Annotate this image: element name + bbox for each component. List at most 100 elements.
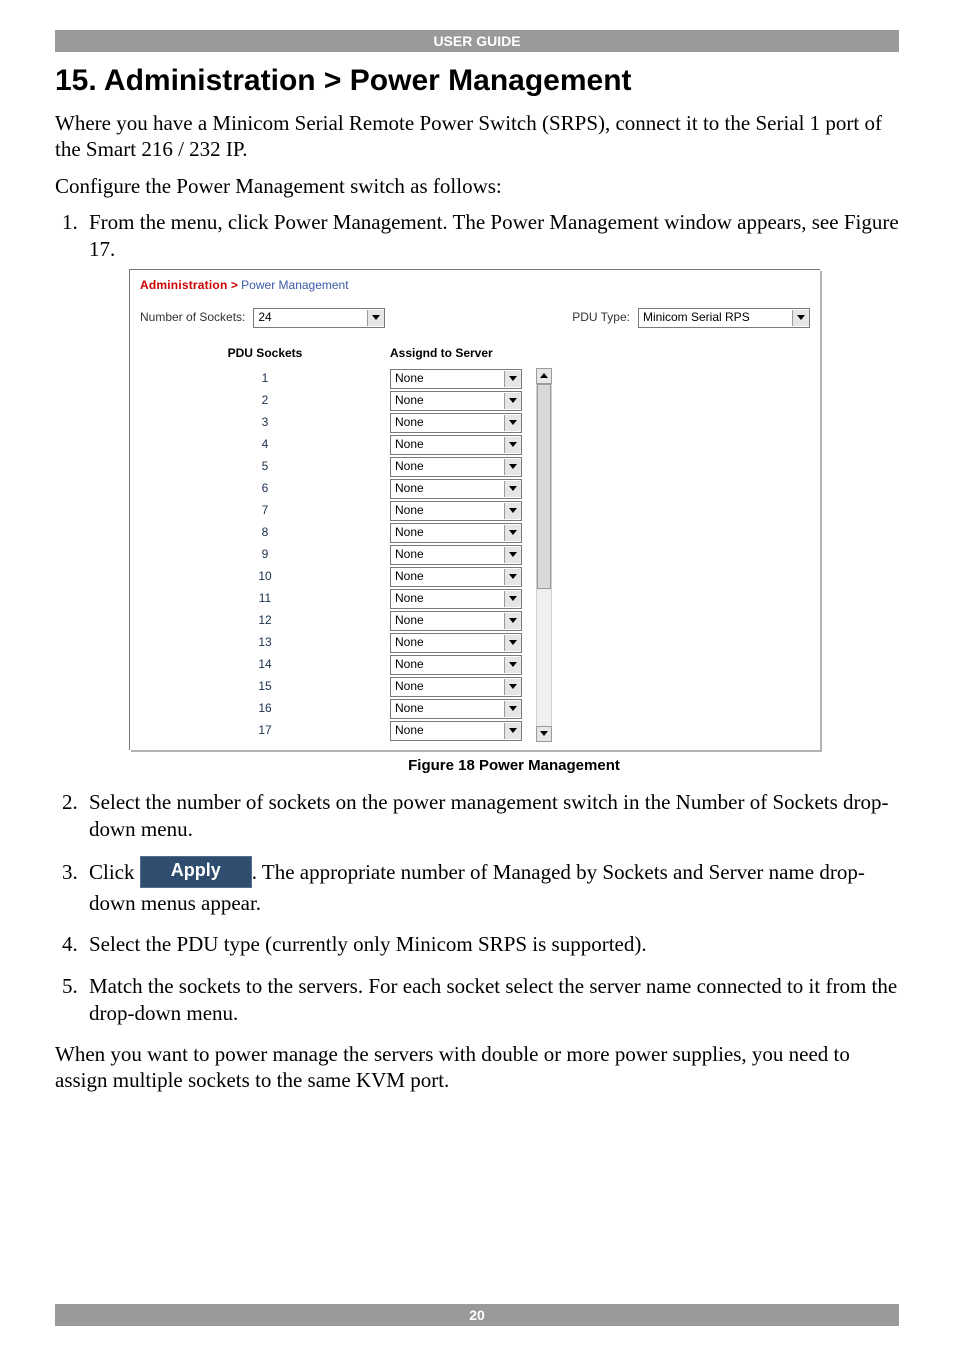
assigned-server-select[interactable]: None — [390, 655, 522, 675]
breadcrumb: Administration > Power Management — [140, 274, 810, 308]
socket-number: 4 — [140, 437, 390, 453]
assigned-server-value: None — [391, 459, 504, 475]
table-row: 11None — [140, 588, 530, 610]
assigned-server-select[interactable]: None — [390, 589, 522, 609]
assigned-server-select[interactable]: None — [390, 677, 522, 697]
table-row: 10None — [140, 566, 530, 588]
chevron-down-icon — [504, 481, 521, 497]
label-number-of-sockets: Number of Sockets: — [140, 310, 245, 326]
table-row: 7None — [140, 500, 530, 522]
assigned-server-value: None — [391, 437, 504, 453]
column-header-pdu-sockets: PDU Sockets — [140, 346, 390, 362]
assigned-server-value: None — [391, 393, 504, 409]
socket-number: 7 — [140, 503, 390, 519]
assigned-server-select[interactable]: None — [390, 391, 522, 411]
socket-number: 11 — [140, 591, 390, 607]
assigned-server-select[interactable]: None — [390, 611, 522, 631]
assigned-server-select[interactable]: None — [390, 567, 522, 587]
table-row: 2None — [140, 390, 530, 412]
assigned-server-select[interactable]: None — [390, 523, 522, 543]
table-row: 14None — [140, 654, 530, 676]
breadcrumb-sep: > — [231, 278, 238, 292]
assigned-server-select[interactable]: None — [390, 413, 522, 433]
socket-number: 6 — [140, 481, 390, 497]
intro-paragraph-1: Where you have a Minicom Serial Remote P… — [55, 110, 899, 163]
power-management-window: Administration > Power Management Number… — [129, 269, 820, 749]
assigned-server-select[interactable]: None — [390, 479, 522, 499]
assigned-server-value: None — [391, 525, 504, 541]
chevron-down-icon — [504, 613, 521, 629]
assigned-server-select[interactable]: None — [390, 369, 522, 389]
assigned-server-select[interactable]: None — [390, 501, 522, 521]
step-2: Select the number of sockets on the powe… — [83, 789, 899, 844]
assigned-server-value: None — [391, 613, 504, 629]
chevron-down-icon — [367, 310, 384, 326]
chevron-down-icon — [504, 591, 521, 607]
assigned-server-value: None — [391, 481, 504, 497]
scroll-up-button[interactable] — [536, 368, 552, 384]
step-5: Match the sockets to the servers. For ea… — [83, 973, 899, 1028]
chevron-down-icon — [504, 415, 521, 431]
assigned-server-value: None — [391, 657, 504, 673]
number-of-sockets-value: 24 — [254, 310, 367, 326]
assigned-server-select[interactable]: None — [390, 633, 522, 653]
chevron-down-icon — [504, 701, 521, 717]
chevron-down-icon — [504, 679, 521, 695]
socket-number: 3 — [140, 415, 390, 431]
assigned-server-select[interactable]: None — [390, 435, 522, 455]
step-4: Select the PDU type (currently only Mini… — [83, 931, 899, 958]
label-pdu-type: PDU Type: — [572, 310, 630, 326]
breadcrumb-admin: Administration — [140, 278, 227, 292]
chevron-down-icon — [504, 723, 521, 739]
step-3-pre: Click — [89, 860, 140, 884]
scroll-down-button[interactable] — [536, 726, 552, 742]
table-row: 12None — [140, 610, 530, 632]
socket-number: 1 — [140, 371, 390, 387]
chevron-up-icon — [540, 373, 548, 378]
chevron-down-icon — [504, 459, 521, 475]
assigned-server-value: None — [391, 503, 504, 519]
socket-number: 8 — [140, 525, 390, 541]
table-row: 9None — [140, 544, 530, 566]
assigned-server-select[interactable]: None — [390, 721, 522, 741]
assigned-server-select[interactable]: None — [390, 457, 522, 477]
table-row: 5None — [140, 456, 530, 478]
socket-number: 17 — [140, 723, 390, 739]
chevron-down-icon — [540, 731, 548, 736]
socket-number: 12 — [140, 613, 390, 629]
chevron-down-icon — [792, 310, 809, 326]
step-1-text: From the menu, click Power Management. T… — [89, 210, 899, 261]
scroll-track[interactable] — [536, 384, 552, 726]
socket-number: 9 — [140, 547, 390, 563]
closing-paragraph: When you want to power manage the server… — [55, 1041, 899, 1094]
scrollbar[interactable] — [536, 368, 552, 742]
assigned-server-select[interactable]: None — [390, 545, 522, 565]
pdu-type-select[interactable]: Minicom Serial RPS — [638, 308, 810, 328]
table-row: 4None — [140, 434, 530, 456]
footer-bar: 20 — [55, 1304, 899, 1326]
assigned-server-value: None — [391, 371, 504, 387]
scroll-thumb[interactable] — [537, 384, 551, 589]
socket-number: 13 — [140, 635, 390, 651]
assigned-server-value: None — [391, 569, 504, 585]
chevron-down-icon — [504, 657, 521, 673]
step-1: From the menu, click Power Management. T… — [83, 209, 899, 775]
assigned-server-select[interactable]: None — [390, 699, 522, 719]
apply-button[interactable]: Apply — [140, 856, 252, 888]
assigned-server-value: None — [391, 591, 504, 607]
chevron-down-icon — [504, 525, 521, 541]
table-row: 17None — [140, 720, 530, 742]
chevron-down-icon — [504, 635, 521, 651]
socket-number: 2 — [140, 393, 390, 409]
assigned-server-value: None — [391, 679, 504, 695]
socket-number: 5 — [140, 459, 390, 475]
chevron-down-icon — [504, 393, 521, 409]
figure-18: Administration > Power Management Number… — [129, 269, 899, 775]
header-bar: USER GUIDE — [55, 30, 899, 52]
assigned-server-value: None — [391, 723, 504, 739]
pdu-type-value: Minicom Serial RPS — [639, 310, 792, 326]
chevron-down-icon — [504, 503, 521, 519]
assigned-server-value: None — [391, 547, 504, 563]
assigned-server-value: None — [391, 415, 504, 431]
number-of-sockets-select[interactable]: 24 — [253, 308, 385, 328]
